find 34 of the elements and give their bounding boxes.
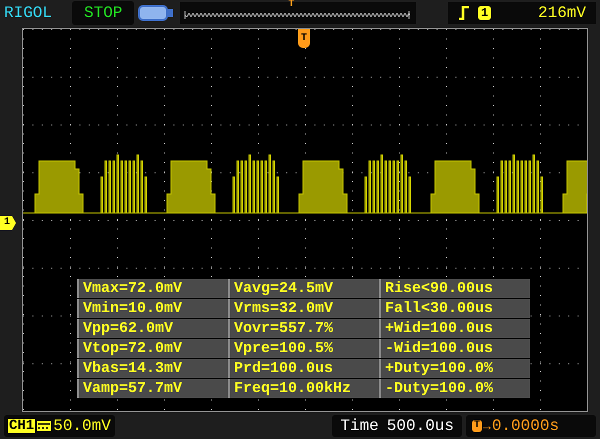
measurement-readout: Vmin=10.0mV: [77, 299, 228, 318]
arrow-icon: →: [483, 420, 491, 432]
measurement-readout: +Wid=100.0us: [379, 319, 530, 338]
battery-icon: [138, 4, 174, 22]
measurement-readout: Vpre=100.5%: [228, 339, 379, 358]
run-state: STOP: [72, 1, 134, 25]
measurement-readout: -Duty=100.0%: [379, 379, 530, 398]
measurement-readout: Vamp=57.7mV: [77, 379, 228, 398]
trigger-offset-marker: T: [472, 420, 482, 432]
vertical-scale: 50.0mV: [53, 418, 111, 434]
channel-marker: 1: [0, 216, 16, 230]
brand-logo: RIGOL: [4, 5, 54, 21]
dc-coupling-icon: [37, 420, 52, 432]
measurement-readout: Vpp=62.0mV: [77, 319, 228, 338]
trigger-source: 1: [478, 6, 492, 20]
trigger-level: 216mV: [538, 5, 586, 21]
measurement-readout: Prd=100.0us: [228, 359, 379, 378]
trigger-offset: 0.0000s: [492, 418, 560, 434]
measurement-readout: Vovr=557.7%: [228, 319, 379, 338]
time-label: Time: [340, 418, 379, 434]
measurement-readout: +Duty=100.0%: [379, 359, 530, 378]
measurement-readout: Freq=10.00kHz: [228, 379, 379, 398]
measurement-readout: Vavg=24.5mV: [228, 279, 379, 298]
measurement-readout: Vrms=32.0mV: [228, 299, 379, 318]
rising-edge-icon: [458, 6, 470, 20]
measurement-readout: Rise<90.00us: [379, 279, 530, 298]
measurement-readout: -Wid=100.0us: [379, 339, 530, 358]
measurement-readout: Vmax=72.0mV: [77, 279, 228, 298]
channel-badge: CH1: [8, 419, 36, 433]
measurement-readout: Vbas=14.3mV: [77, 359, 228, 378]
trigger-marker: T: [298, 29, 310, 48]
time-scale: 500.0us: [386, 418, 454, 434]
measurement-readout: Vtop=72.0mV: [77, 339, 228, 358]
measurement-readout: Fall<30.00us: [379, 299, 530, 318]
